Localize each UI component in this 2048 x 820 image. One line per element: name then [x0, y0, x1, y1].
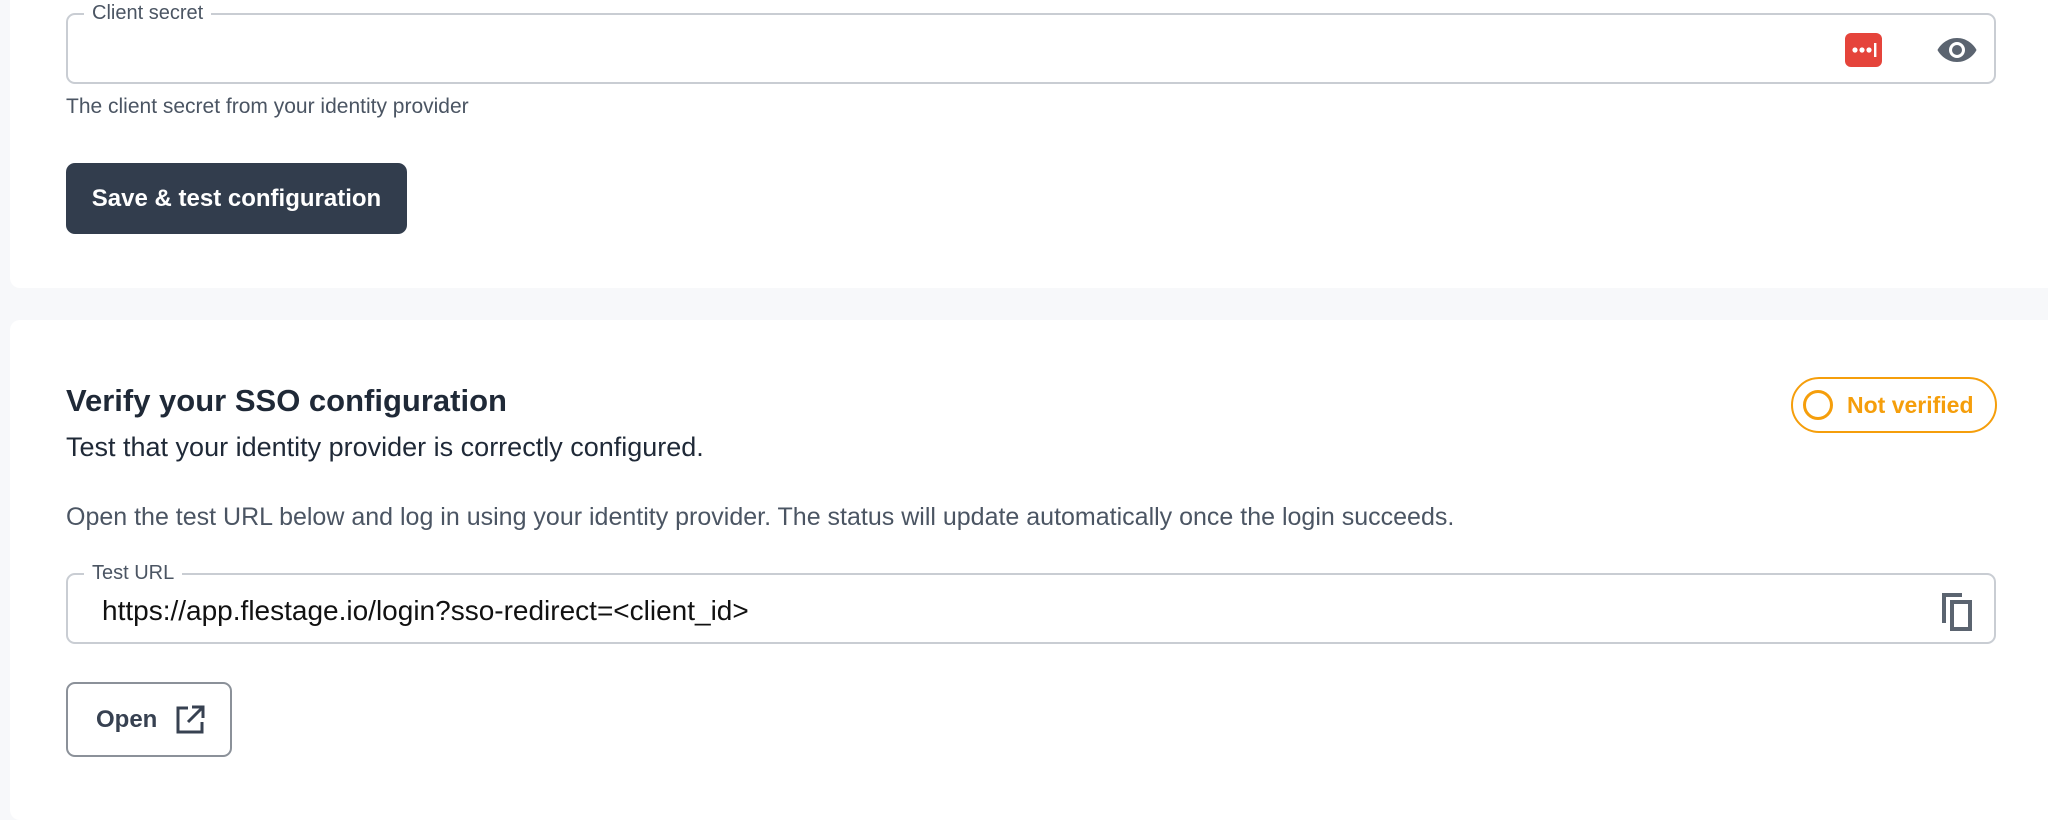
eye-icon[interactable] [1936, 35, 1978, 65]
copy-icon[interactable] [1938, 589, 1976, 633]
verify-section-title: Verify your SSO configuration [66, 383, 507, 418]
status-label: Not verified [1847, 391, 1974, 418]
empty-circle-icon [1803, 390, 1833, 420]
test-url-field[interactable]: Test URL https://app.flestage.io/login?s… [66, 561, 1996, 644]
client-secret-field[interactable]: Client secret [66, 1, 1996, 84]
save-test-configuration-button[interactable]: Save & test configuration [66, 163, 407, 234]
test-url-value[interactable]: https://app.flestage.io/login?sso-redire… [102, 595, 749, 627]
open-test-url-button[interactable]: Open [66, 682, 232, 757]
verify-description: Open the test URL below and log in using… [66, 503, 1455, 531]
open-button-label: Open [96, 705, 158, 733]
client-secret-label: Client secret [84, 1, 212, 25]
verify-section-subtitle: Test that your identity provider is corr… [66, 432, 704, 462]
test-url-label: Test URL [84, 561, 183, 585]
status-badge: Not verified [1791, 377, 1997, 433]
external-link-icon [175, 705, 205, 735]
password-manager-icon[interactable] [1845, 33, 1882, 67]
client-secret-helper-text: The client secret from your identity pro… [66, 95, 469, 118]
